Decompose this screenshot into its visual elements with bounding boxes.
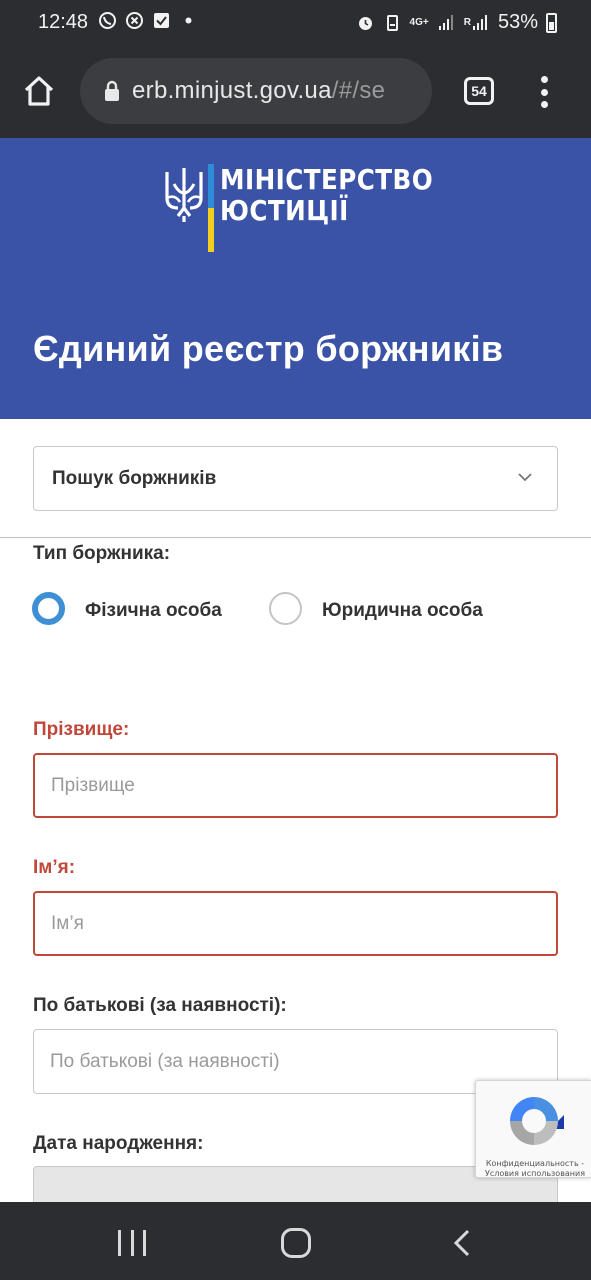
alarm-icon [356,13,375,32]
roaming-indicator: R [463,16,471,28]
check-box-icon [152,11,171,30]
close-circle-icon [125,11,144,30]
recents-button[interactable] [118,1230,146,1256]
url-host: erb.minjust.gov.ua [132,77,332,104]
address-bar[interactable]: erb.minjust.gov.ua/#/se [80,58,432,124]
network-type: 4G+ [409,16,429,28]
home-icon [24,76,54,106]
recaptcha-icon [510,1097,564,1145]
lock-icon [105,80,119,101]
tab-switcher-button[interactable]: 54 [464,77,494,105]
trident-icon [165,168,203,222]
debtor-type-label: Тип боржника: [33,543,171,564]
name-label: Ім’я: [33,857,76,878]
battery-icon [546,12,557,33]
ministry-name: МІНІСТЕРСТВО ЮСТИЦІЇ [220,164,433,226]
home-button[interactable] [22,74,56,108]
radio-individual[interactable] [32,592,65,625]
home-nav-button[interactable] [281,1228,311,1258]
status-bar: 12:48 4G+ R 53% [0,0,591,44]
surname-label: Прізвище: [33,719,130,740]
patronymic-input[interactable] [50,1030,530,1093]
status-time: 12:48 [38,11,89,33]
name-input[interactable] [51,893,531,954]
search-type-select[interactable]: Пошук боржників [33,446,558,511]
recents-bar [130,1230,134,1256]
dot-icon [179,11,198,30]
viber-icon [98,11,117,30]
surname-input[interactable] [51,755,531,816]
tab-count: 54 [471,83,487,99]
battery-saver-icon [383,13,402,32]
signal-icon [471,13,490,32]
surname-field[interactable] [33,753,558,818]
section-divider [0,537,591,538]
site-header: МІНІСТЕРСТВО ЮСТИЦІЇ Єдиний реєстр боржн… [0,138,591,419]
url-text: erb.minjust.gov.ua/#/se [132,77,385,105]
radio-legal-entity-label[interactable]: Юридична особа [322,600,483,622]
radio-individual-label[interactable]: Фізична особа [85,600,222,622]
status-notification-icons [98,11,198,30]
chevron-down-icon [518,473,532,482]
radio-legal-entity[interactable] [269,592,302,625]
name-field[interactable] [33,891,558,956]
signal-icon [437,13,456,32]
flag-yellow-stripe [208,208,214,252]
menu-dot [540,76,548,83]
battery-percent: 53% [497,11,538,33]
ministry-name-line1: МІНІСТЕРСТВО [220,163,434,196]
recents-bar [143,1230,146,1256]
ministry-name-line2: ЮСТИЦІЇ [220,194,349,227]
recents-bar [118,1230,121,1256]
birthdate-label: Дата народження: [33,1133,204,1154]
menu-dot [540,88,548,96]
back-icon[interactable] [452,1228,472,1258]
patronymic-label: По батькові (за наявності): [33,995,287,1016]
url-path: /#/se [331,77,386,104]
recaptcha-badge[interactable]: Конфиденциальность - Условия использован… [475,1080,591,1178]
browser-menu-button[interactable] [536,76,552,108]
browser-toolbar: erb.minjust.gov.ua/#/se 54 [0,44,591,138]
flag-blue-stripe [208,164,214,208]
menu-dot [540,101,548,108]
status-system-icons: 4G+ R 53% [356,11,557,34]
android-navigation-bar [0,1202,591,1280]
page-title: Єдиний реєстр боржників [33,328,504,369]
search-type-value: Пошук боржників [52,468,217,489]
recaptcha-privacy-terms[interactable]: Конфиденциальность - Условия использован… [480,1159,590,1179]
